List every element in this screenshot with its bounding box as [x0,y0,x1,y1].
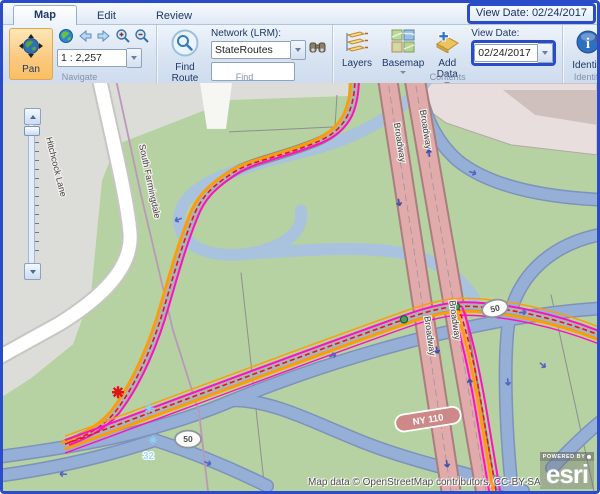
full-extent-button[interactable] [57,30,74,47]
layers-button[interactable]: Layers [339,28,375,70]
slider-zoom-in-button[interactable] [24,108,41,125]
group-identify: i Identify Identify [563,25,600,83]
view-date-label: View Date: [471,28,556,39]
network-combo [211,40,306,60]
add-data-icon [434,29,460,56]
scale-combo [57,48,150,68]
group-find: Find Route Network (LRM): [157,25,333,83]
scale-dropdown-button[interactable] [127,48,142,68]
svg-text:50: 50 [183,434,193,444]
pan-icon [18,33,44,62]
route-shield-50: 50 [175,431,201,448]
zoom-in-button[interactable] [114,30,131,47]
identify-group-label: Identify [563,72,600,82]
find-group-label: Find [157,72,332,82]
slider-zoom-out-button[interactable] [24,263,41,280]
map-viewport[interactable]: 32 50 50 NY 110 Hitchcock Lane South Far… [3,83,597,491]
view-date-dropdown-button[interactable] [538,43,553,63]
view-date-annotation-outline [471,40,556,66]
chevron-down-icon [30,270,36,274]
previous-extent-button[interactable] [76,30,93,47]
network-dropdown-button[interactable] [291,40,306,60]
chevron-down-icon [295,48,301,52]
app-window: Map Edit Review View Date: 02/24/2017 Pa… [0,0,600,494]
network-label: Network (LRM): [211,28,326,39]
chevron-down-icon [131,56,137,60]
binoculars-icon [309,41,326,59]
map-canvas[interactable]: 32 50 50 NY 110 Hitchcock Lane South Far… [3,83,597,491]
basemap-icon [391,29,415,56]
route-start-marker [112,386,124,398]
esri-logo-block: POWERED BY esri [540,452,594,489]
group-navigate: Pan [3,25,157,83]
layers-icon [344,29,370,56]
locate-route-button[interactable] [309,42,326,59]
ribbon-tabbar: Map Edit Review View Date: 02/24/2017 [3,3,597,25]
pushpin-icon [593,32,600,49]
map-zoom-slider[interactable] [24,108,39,280]
globe-icon [58,28,74,49]
slider-handle[interactable] [24,126,40,136]
tab-edit[interactable]: Edit [77,7,136,24]
layers-label: Layers [342,58,372,69]
exit-label: 32 [143,451,155,462]
view-date-combo [474,43,553,63]
contents-group-label: Contents [333,72,562,82]
arrow-left-icon [77,28,93,49]
chevron-up-icon [30,115,36,119]
esri-dot-icon [587,455,591,459]
route-junction-dot [400,316,407,323]
tab-map[interactable]: Map [13,5,77,25]
arrow-right-icon [96,28,112,49]
map-attribution: Map data © OpenStreetMap contributors, C… [308,477,541,488]
slider-track[interactable] [28,124,35,264]
zoom-in-icon [115,28,131,49]
basemap-button[interactable]: Basemap [379,28,427,75]
network-input[interactable] [211,41,291,59]
group-contents: Layers Basemap [333,25,563,83]
next-extent-button[interactable] [95,30,112,47]
find-route-icon [171,29,199,60]
ribbon: Pan [3,25,597,85]
svg-text:i: i [586,36,590,52]
zoom-out-icon [134,28,150,49]
slider-ticks [35,142,39,256]
view-date-input[interactable] [474,44,538,62]
basemap-label: Basemap [382,58,424,69]
esri-logo: esri [540,461,594,489]
scale-input[interactable] [57,49,127,67]
chevron-down-icon [542,51,548,55]
navigate-group-label: Navigate [3,72,156,82]
zoom-out-button[interactable] [133,30,150,47]
identify-pin-button[interactable] [593,28,600,50]
view-date-annotation: View Date: 02/24/2017 [467,3,596,24]
identify-label: Identify [572,60,600,71]
tab-review[interactable]: Review [136,7,212,24]
